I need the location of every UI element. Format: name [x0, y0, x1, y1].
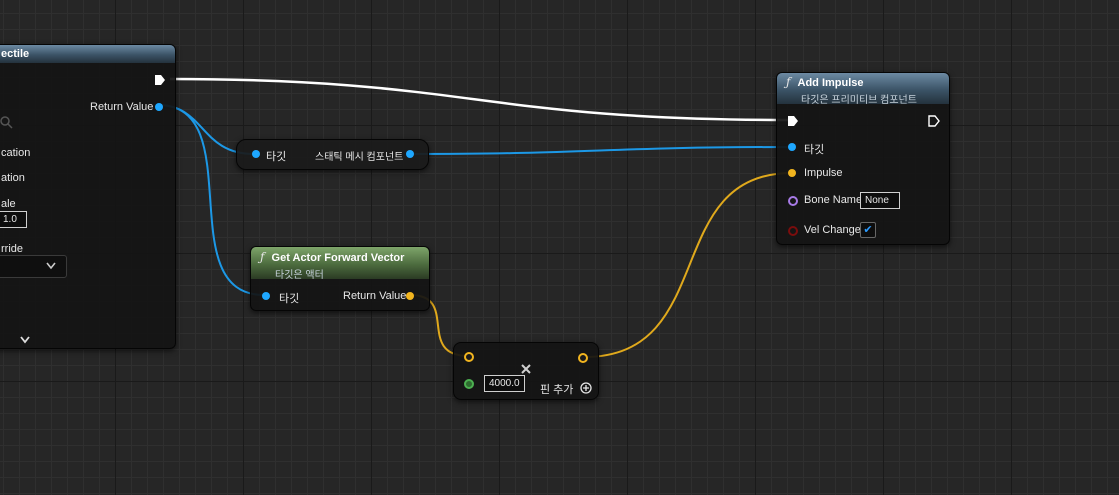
exec-wire[interactable]: [169, 77, 790, 122]
spawn-node-title: ectile: [1, 48, 30, 60]
spawn-actor-node[interactable]: ectile Return Value cation ation ale 1.0…: [0, 44, 176, 349]
impulse-target-pin[interactable]: [788, 143, 796, 151]
forward-node-title: Get Actor Forward Vector: [271, 252, 405, 264]
forward-target-pin[interactable]: [262, 292, 270, 300]
forward-return-pin[interactable]: [406, 292, 414, 300]
impulse-vector-pin[interactable]: [788, 169, 796, 177]
spawn-row-location: cation: [1, 147, 31, 159]
function-icon: ƒ: [786, 75, 791, 89]
impulse-vector-label: Impulse: [804, 167, 843, 179]
forward-return-label: Return Value: [343, 290, 407, 302]
spawn-row-rotation: ation: [1, 172, 25, 184]
cast-output-label: 스태틱 메시 컴포넌트: [315, 152, 404, 163]
multiply-input-b-pin[interactable]: [464, 379, 474, 389]
cast-target-pin[interactable]: [252, 150, 260, 158]
bone-name-field[interactable]: None: [860, 192, 900, 209]
return-value-pin[interactable]: [155, 103, 163, 111]
multiply-value-field[interactable]: 4000.0: [484, 375, 525, 392]
spawn-row-override: rride: [1, 243, 24, 255]
search-icon: [0, 116, 13, 129]
scale-value-field[interactable]: 1.0: [0, 211, 27, 228]
cast-output-pin[interactable]: [406, 150, 414, 158]
function-icon: ƒ: [260, 250, 265, 264]
multiply-x-icon: [521, 364, 531, 374]
multiply-input-a-pin[interactable]: [464, 352, 474, 362]
spawn-node-header[interactable]: ectile: [0, 45, 175, 63]
static-mesh-component-node[interactable]: 타깃 스태틱 메시 컴포넌트: [236, 139, 429, 170]
forward-node-header[interactable]: ƒ Get Actor Forward Vector 타깃은 액터: [251, 247, 429, 281]
object-wire-cast-to-impulse[interactable]: [409, 146, 793, 155]
vel-change-pin[interactable]: [788, 226, 798, 236]
forward-target-label: 타깃: [279, 293, 300, 305]
add-pin-icon[interactable]: [580, 382, 592, 394]
exec-in-pin[interactable]: [787, 115, 799, 127]
get-actor-forward-vector-node[interactable]: ƒ Get Actor Forward Vector 타깃은 액터 타깃 Ret…: [250, 246, 430, 311]
multiply-node[interactable]: 4000.0 핀 추가: [453, 342, 599, 400]
chevron-down-icon: [46, 262, 56, 270]
add-impulse-node[interactable]: ƒ Add Impulse 타깃은 프리미티브 컴포넌트 타깃 Impulse …: [776, 72, 950, 245]
bone-name-label: Bone Name: [804, 194, 863, 206]
impulse-node-header[interactable]: ƒ Add Impulse 타깃은 프리미티브 컴포넌트: [777, 73, 949, 106]
exec-out-pin[interactable]: [154, 74, 166, 86]
expand-chevron-icon[interactable]: [20, 336, 30, 344]
impulse-node-title: Add Impulse: [797, 77, 864, 89]
vel-change-label: Vel Change: [804, 224, 861, 236]
impulse-target-label: 타깃: [804, 144, 825, 156]
bone-name-pin[interactable]: [788, 196, 798, 206]
multiply-output-pin[interactable]: [578, 353, 588, 363]
exec-out-pin[interactable]: [928, 115, 940, 127]
spawn-row-scale: ale: [1, 198, 16, 210]
vel-change-checkbox[interactable]: ✔: [860, 222, 876, 238]
override-dropdown[interactable]: [0, 255, 67, 278]
vector-wire-multiply-to-impulse[interactable]: [583, 172, 793, 358]
impulse-node-subtitle: 타깃은 프리미티브 컴포넌트: [801, 95, 917, 106]
add-pin-label[interactable]: 핀 추가: [540, 381, 573, 397]
return-value-label: Return Value: [90, 101, 154, 113]
cast-target-label: 타깃: [266, 151, 287, 163]
forward-node-subtitle: 타깃은 액터: [275, 270, 324, 281]
